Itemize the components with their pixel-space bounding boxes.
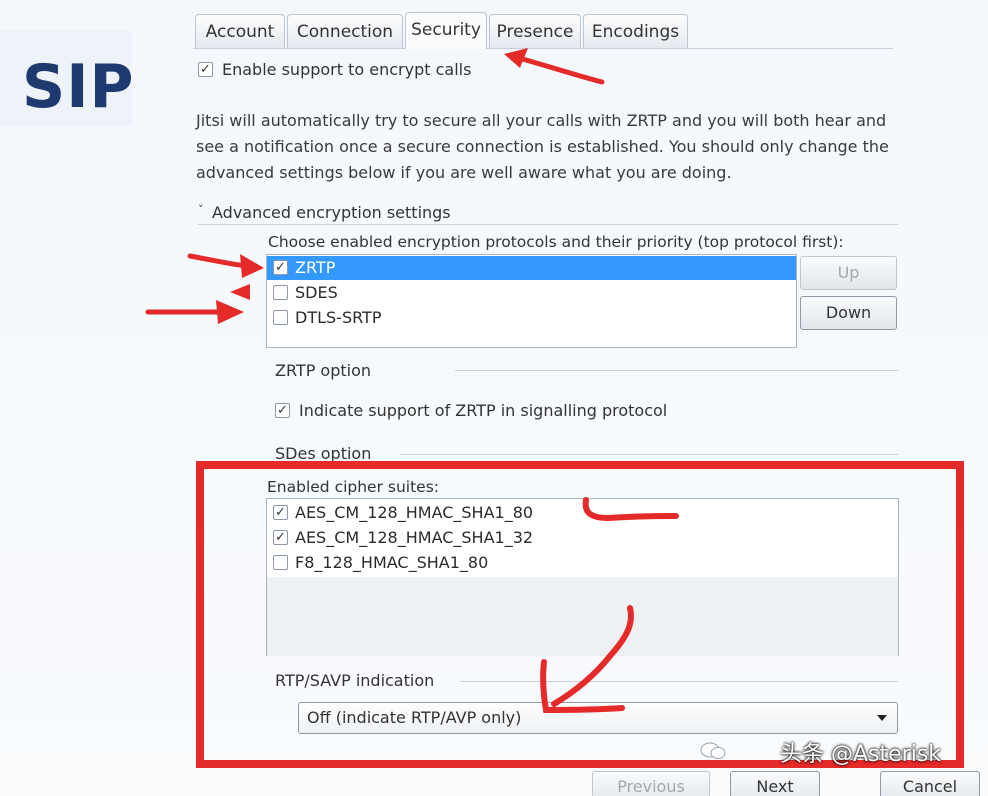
sip-logo: SIP [22,52,135,122]
protocol-item-dtls-srtp[interactable]: DTLS-SRTP [267,306,796,330]
protocols-label: Choose enabled encryption protocols and … [268,233,844,251]
security-description: Jitsi will automatically try to secure a… [196,111,889,182]
enable-encrypt-label: Enable support to encrypt calls [222,60,472,79]
up-button[interactable]: Up [800,256,897,290]
dtls-srtp-checkbox[interactable] [273,310,288,325]
watermark-text: 头条 @Asterisk [780,742,942,767]
protocol-item-sdes[interactable]: SDES [267,281,796,305]
collapse-toggle-icon[interactable]: ˅ [198,203,204,216]
tab-encodings[interactable]: Encodings [583,14,688,48]
annotation-arrow-dtls [145,300,244,324]
annotation-arrow-zrtp [187,253,264,278]
zrtp-checkbox[interactable]: ✓ [273,260,288,275]
sdes-checkbox[interactable] [273,285,288,300]
protocol-item-label: ZRTP [295,258,336,277]
protocol-item-zrtp[interactable]: ✓ ZRTP [267,256,796,280]
indicate-zrtp-label: Indicate support of ZRTP in signalling p… [299,401,668,420]
enable-encrypt-checkbox[interactable]: ✓ [198,62,213,77]
advanced-divider [198,224,898,225]
protocol-item-label: SDES [295,283,338,302]
down-button[interactable]: Down [800,296,897,330]
tab-security[interactable]: Security [405,12,487,49]
watermark-logo-icon [700,742,726,759]
advanced-settings-title[interactable]: Advanced encryption settings [212,203,451,222]
protocol-list[interactable]: ✓ ZRTP SDES DTLS-SRTP [266,254,797,348]
cancel-button[interactable]: Cancel [880,771,980,796]
tab-presence[interactable]: Presence [489,14,581,48]
next-button[interactable]: Next [730,771,820,796]
sdes-divider [400,454,898,455]
tab-account[interactable]: Account [195,14,285,48]
indicate-zrtp-checkbox[interactable]: ✓ [275,403,290,418]
annotation-highlight-box [196,461,964,768]
protocol-item-label: DTLS-SRTP [295,308,382,327]
previous-button[interactable]: Previous [592,771,710,796]
zrtp-option-title: ZRTP option [275,361,372,380]
tab-connection[interactable]: Connection [287,14,403,48]
zrtp-divider [455,370,899,371]
annotation-arrow-security [504,48,605,85]
